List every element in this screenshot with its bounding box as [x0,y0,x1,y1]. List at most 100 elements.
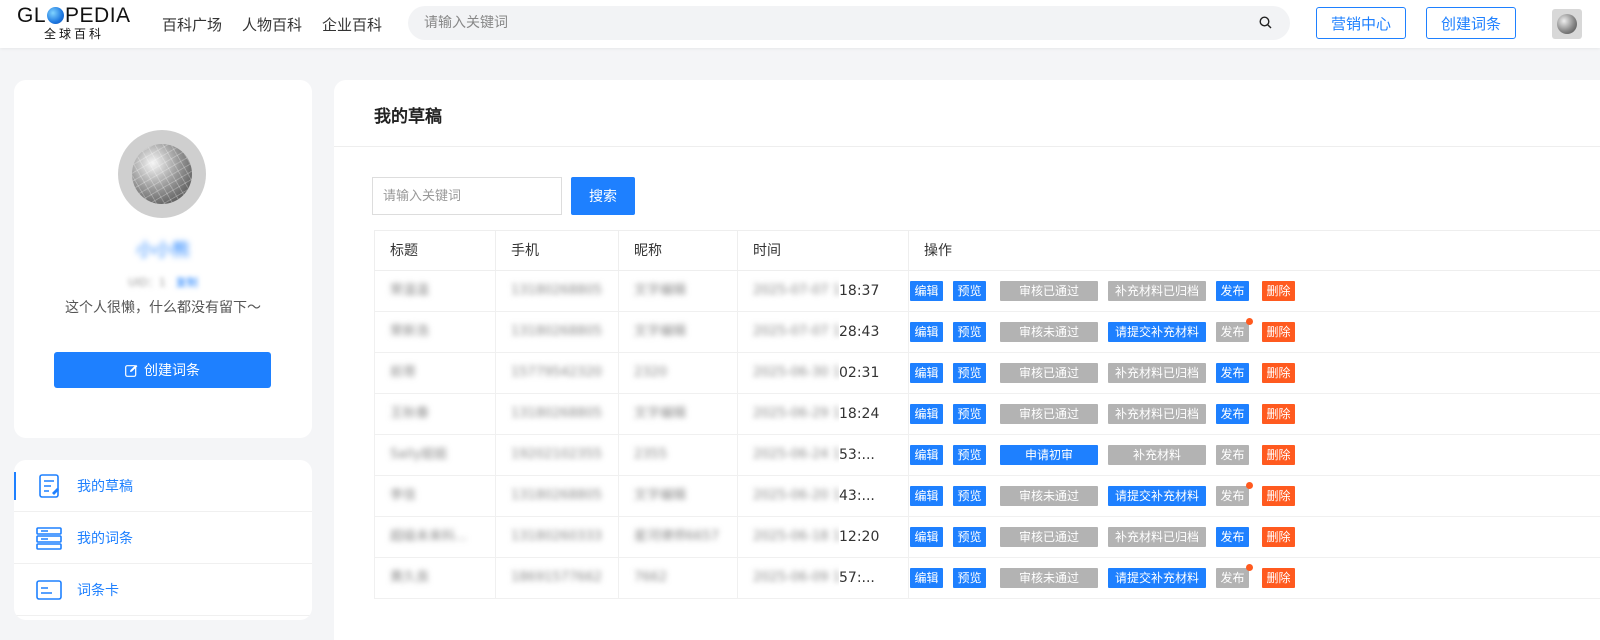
supplement-material-button[interactable]: 补充材料已归档 [1108,281,1206,301]
publish-label: 发布 [1220,489,1245,503]
cell-title: 超级未来科... [374,517,495,557]
nav-item-baike-square[interactable]: 百科广场 [162,14,222,35]
cell-title: 荣新浩 [374,312,495,352]
supplement-material-button[interactable]: 请提交补充材料 [1108,568,1206,588]
keyword-search-input[interactable] [372,177,562,215]
table-header: 标题 手机 昵称 时间 操作 [374,230,1600,271]
time-clock-text: 02:31 [839,353,880,393]
notification-dot [1246,318,1253,325]
supplement-material-button[interactable]: 补充材料 [1108,445,1206,465]
publish-button[interactable]: 发布 [1216,564,1253,588]
header-search-input[interactable] [424,15,1224,31]
review-status-button[interactable]: 审核未通过 [1000,568,1098,588]
delete-button[interactable]: 删除 [1262,527,1295,547]
review-status-button[interactable]: 审核已通过 [1000,404,1098,424]
profile-uid: UID：1 复制 [14,274,312,290]
edit-button[interactable]: 编辑 [910,445,943,465]
edit-button[interactable]: 编辑 [910,527,943,547]
profile-card: 小小熊 UID：1 复制 这个人很懒，什么都没有留下～ 创建词条 [14,80,312,438]
search-button[interactable]: 搜索 [571,177,635,215]
create-entry-button[interactable]: 创建词条 [54,352,271,388]
publish-button[interactable]: 发布 [1216,445,1249,465]
edit-button[interactable]: 编辑 [910,363,943,383]
publish-label: 发布 [1220,325,1245,339]
cell-title: 李佳 [374,476,495,516]
publish-label: 发布 [1220,571,1245,585]
cell-time: 2025-06-09 1 57:... [737,558,908,598]
sidebar-item-my-drafts[interactable]: 我的草稿 [14,460,312,512]
cell-nickname: 文字编辑 [618,312,737,352]
review-status-button[interactable]: 审核已通过 [1000,363,1098,383]
drafts-panel: 我的草稿 搜索 标题 手机 昵称 时间 操作 荣温温 13180268805 文字编… [334,80,1600,640]
preview-button[interactable]: 预览 [953,404,986,424]
publish-label: 发布 [1220,284,1245,298]
supplement-material-button[interactable]: 补充材料已归档 [1108,527,1206,547]
publish-button[interactable]: 发布 [1216,363,1249,383]
nav-item-enterprise[interactable]: 企业百科 [322,14,382,35]
supplement-material-button[interactable]: 补充材料已归档 [1108,404,1206,424]
preview-button[interactable]: 预览 [953,445,986,465]
edit-icon [125,364,138,377]
review-status-button[interactable]: 审核已通过 [1000,281,1098,301]
publish-button[interactable]: 发布 [1216,404,1249,424]
publish-button[interactable]: 发布 [1216,318,1253,342]
profile-username: 小小熊 [136,240,190,261]
preview-button[interactable]: 预览 [953,527,986,547]
publish-button[interactable]: 发布 [1216,482,1253,506]
cell-nickname: 文字编辑 [618,271,737,311]
sidebar-item-entry-card[interactable]: 词条卡 [14,564,312,616]
supplement-material-button[interactable]: 补充材料已归档 [1108,363,1206,383]
logo-text-left: GL [17,4,47,27]
notification-dot [1246,482,1253,489]
review-status-button[interactable]: 审核未通过 [1000,486,1098,506]
user-avatar[interactable] [1552,9,1582,39]
delete-button[interactable]: 删除 [1262,322,1295,342]
cell-title: 荣温温 [374,271,495,311]
cell-nickname: 2320 [618,353,737,393]
delete-button[interactable]: 删除 [1262,363,1295,383]
preview-button[interactable]: 预览 [953,322,986,342]
column-header-time: 时间 [737,231,908,271]
review-status-button[interactable]: 审核已通过 [1000,527,1098,547]
preview-button[interactable]: 预览 [953,486,986,506]
edit-button[interactable]: 编辑 [910,486,943,506]
preview-button[interactable]: 预览 [953,281,986,301]
supplement-material-button[interactable]: 请提交补充材料 [1108,322,1206,342]
time-clock-text: 12:20 [839,517,880,557]
edit-button[interactable]: 编辑 [910,568,943,588]
sidebar-item-label: 词条卡 [77,582,119,599]
sidebar-item-my-entries[interactable]: 我的词条 [14,512,312,564]
uid-text: UID：1 [128,276,166,289]
review-status-button[interactable]: 审核未通过 [1000,322,1098,342]
edit-button[interactable]: 编辑 [910,281,943,301]
phone-text: 13180268805 [511,324,602,339]
supplement-material-button[interactable]: 请提交补充材料 [1108,486,1206,506]
glopedia-logo[interactable]: GL PEDIA 全球百科 [17,5,139,43]
delete-button[interactable]: 删除 [1262,568,1295,588]
edit-button[interactable]: 编辑 [910,404,943,424]
review-status-button[interactable]: 申请初审 [1000,445,1098,465]
title-text: 前哥 [390,365,417,380]
phone-text: 18691577662 [511,570,602,585]
time-clock-text: 57:... [839,558,875,598]
table-row: 黄久良 18691577662 7662 2025-06-09 1 57:... 编辑 预览… [374,558,1600,599]
time-date-text: 2025-06-29 1 [753,406,841,421]
delete-button[interactable]: 删除 [1262,281,1295,301]
marketing-center-button[interactable]: 营销中心 [1316,7,1406,39]
delete-button[interactable]: 删除 [1262,445,1295,465]
edit-button[interactable]: 编辑 [910,322,943,342]
publish-button[interactable]: 发布 [1216,527,1249,547]
delete-button[interactable]: 删除 [1262,404,1295,424]
cell-nickname: 7662 [618,558,737,598]
preview-button[interactable]: 预览 [953,363,986,383]
preview-button[interactable]: 预览 [953,568,986,588]
sidebar-item-label: 我的词条 [77,530,133,547]
create-entry-header-button[interactable]: 创建词条 [1426,7,1516,39]
column-header-actions: 操作 [908,231,1600,271]
nav-item-people[interactable]: 人物百科 [242,14,302,35]
publish-button[interactable]: 发布 [1216,281,1249,301]
search-icon[interactable] [1259,16,1272,29]
nickname-text: 2355 [634,447,668,462]
copy-uid-link[interactable]: 复制 [176,276,198,289]
delete-button[interactable]: 删除 [1262,486,1295,506]
